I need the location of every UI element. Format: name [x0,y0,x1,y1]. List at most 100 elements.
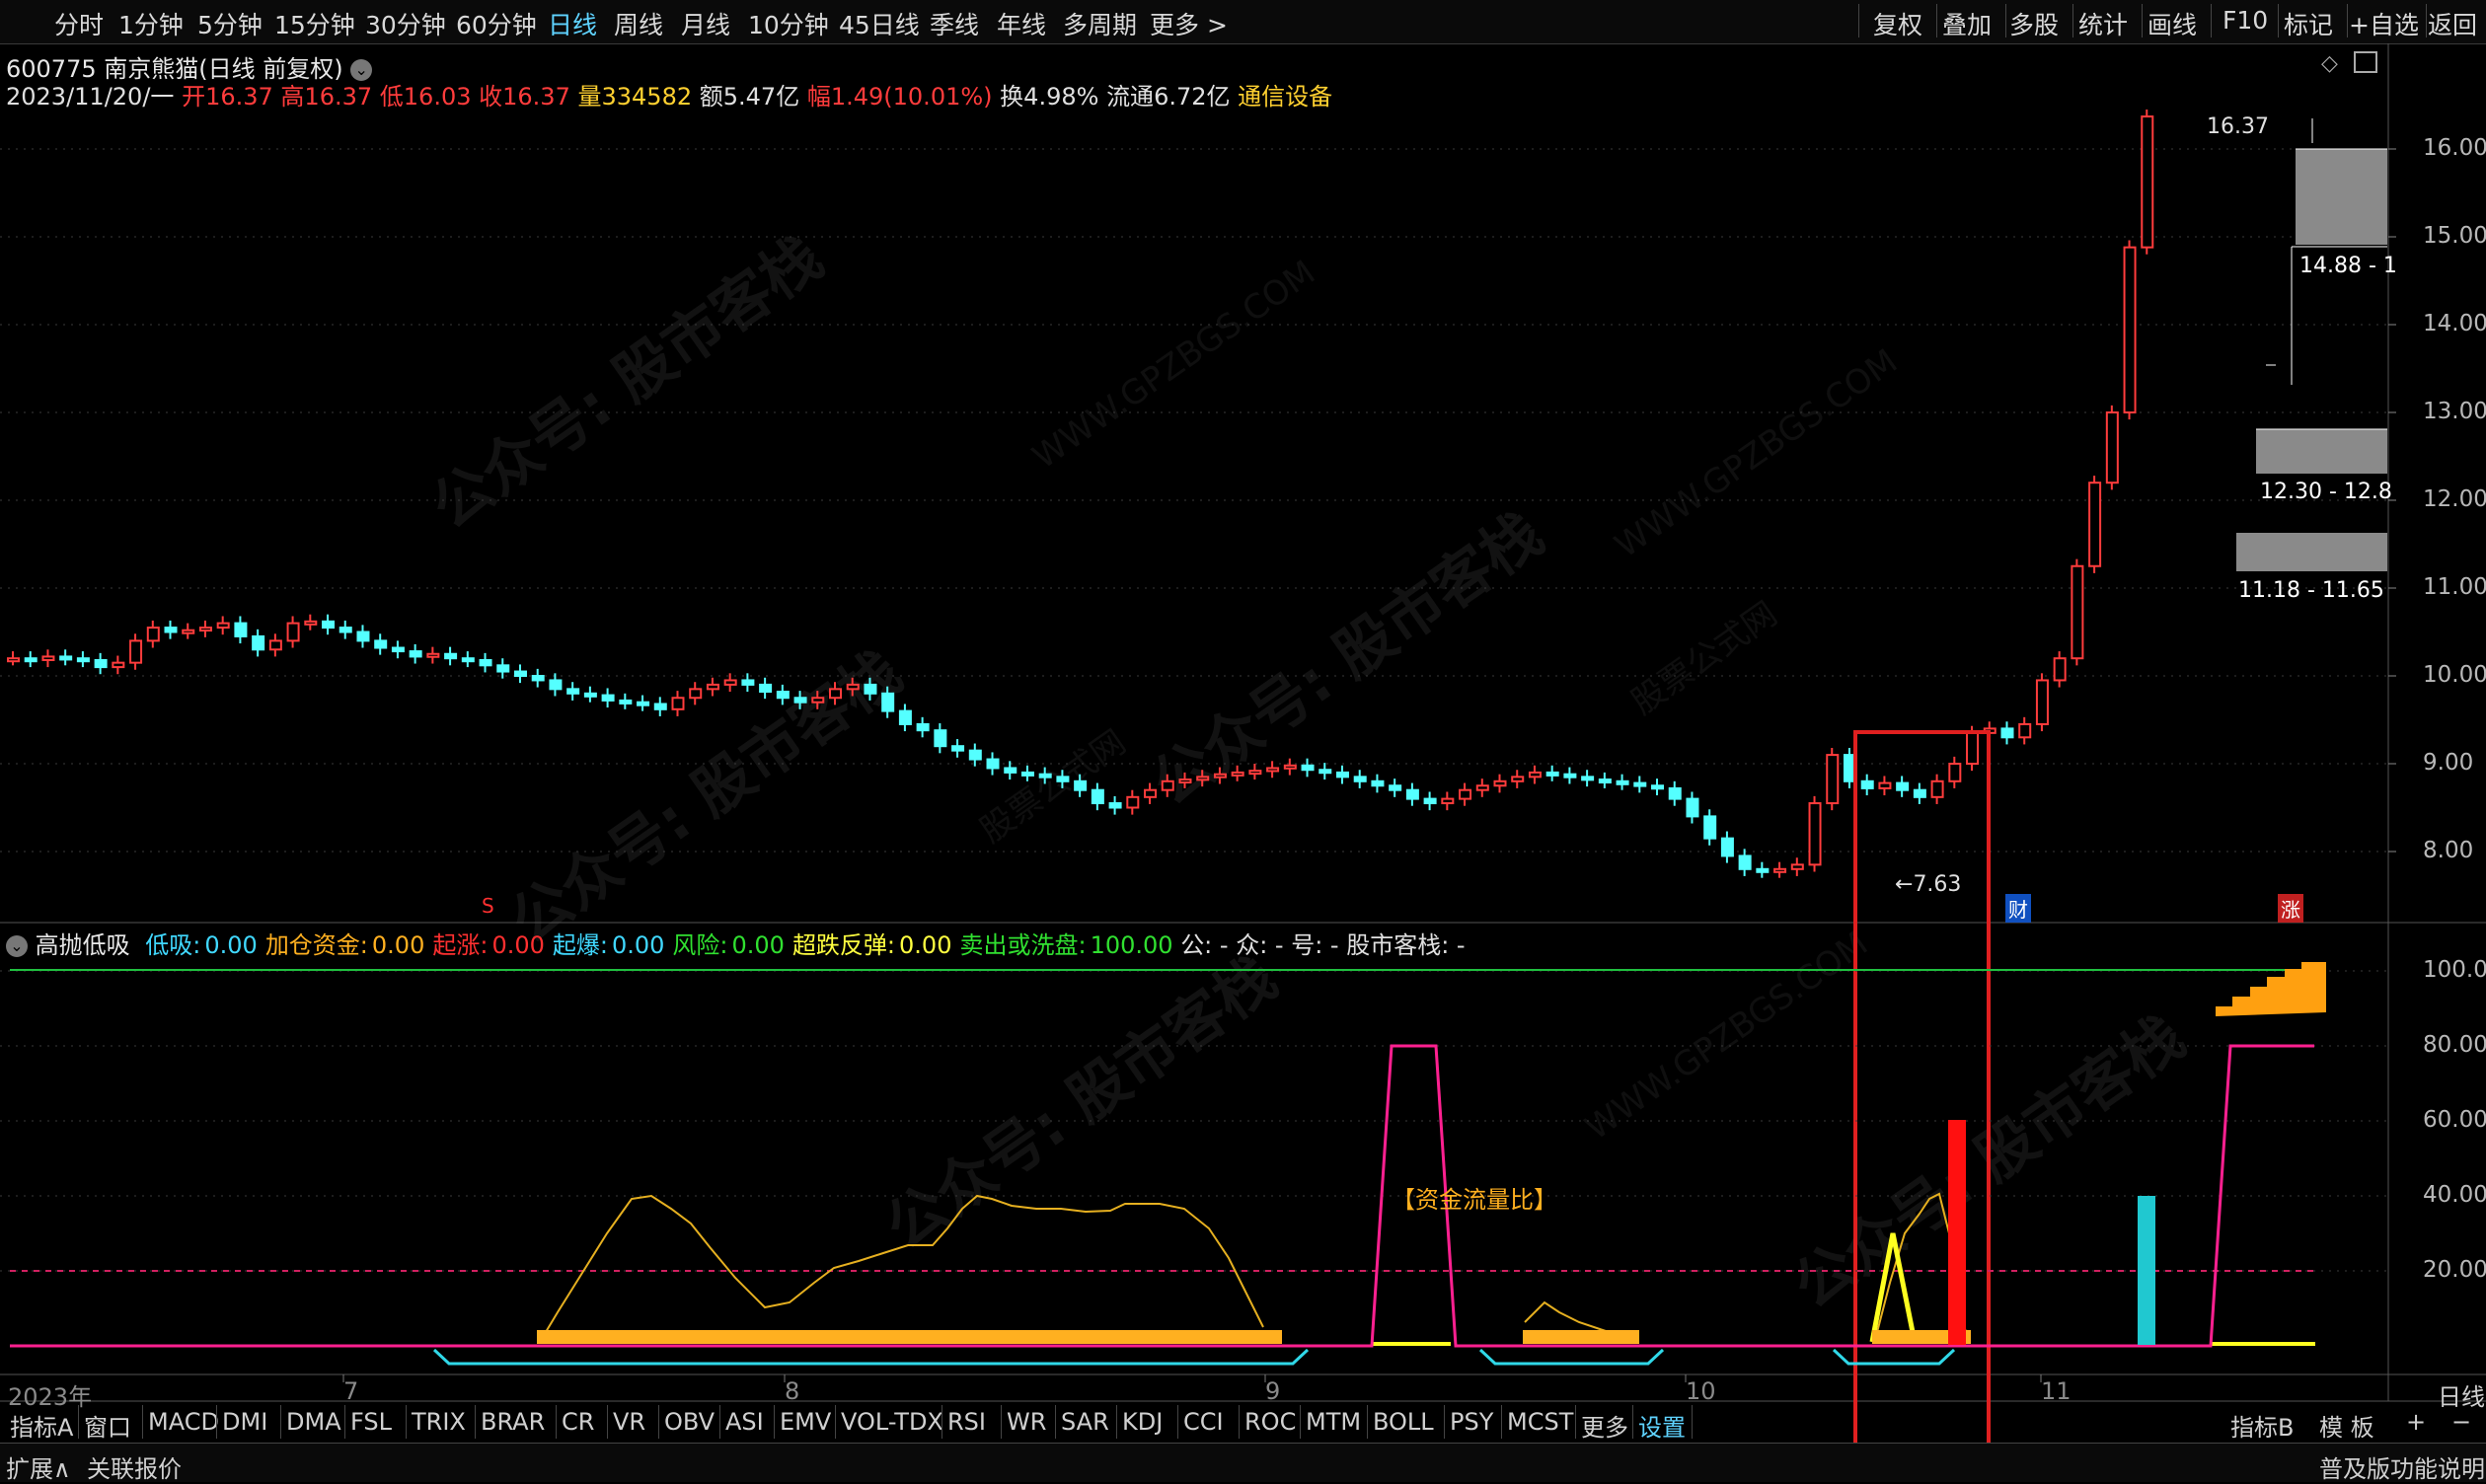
candle [164,620,178,639]
zone2-label: 12.30 - 12.8 [2260,480,2392,504]
candle [2088,476,2102,573]
indicator-tab[interactable]: WR [1007,1408,1046,1436]
indicator-item: 风险: 0.00 [672,931,785,959]
candle [1266,761,1280,779]
indicator-tab[interactable]: SAR [1061,1408,1109,1436]
zone1-label: 14.88 - 1 [2299,254,2397,278]
indicator-item: 起爆: 0.00 [552,931,665,959]
price-axis-label: 10.00 [2423,662,2486,688]
indicator-collapse-icon[interactable]: ⌄ [6,935,28,957]
indicator-tab[interactable]: 窗口 [84,1408,131,1443]
candle [2123,240,2137,420]
indicator-axis-label: 40.00 [2423,1182,2486,1208]
indicator-item: 加仓资金: 0.00 [264,931,425,959]
indicator-tab[interactable]: FSL [350,1408,392,1436]
candle [531,668,545,688]
orange-band-1 [537,1330,1282,1344]
candle [1651,779,1665,796]
zoom-in-button[interactable]: + [2406,1408,2426,1436]
candle [1493,774,1507,793]
candle [829,682,843,705]
indicator-tab[interactable]: VOL-TDX [841,1408,943,1436]
candle [793,691,807,709]
candle [1930,774,1944,804]
candle [1581,770,1595,787]
candle [864,677,877,701]
cyan-baseline [432,1348,1310,1366]
badge-s[interactable]: S [482,894,494,918]
zone3-label: 11.18 - 11.65 [2238,578,2384,603]
indicator-item: 起涨: 0.00 [432,931,545,959]
indicator-gridlines [0,970,2388,1272]
indicator-tab[interactable]: EMV [780,1408,831,1436]
indicator-tab[interactable]: ASI [725,1408,764,1436]
candle [1161,774,1174,797]
indicator-tab[interactable]: RSI [947,1408,986,1436]
candle [356,625,370,648]
indicator-tab[interactable]: MACD [148,1408,219,1436]
indicator-tab[interactable]: 指标A [10,1408,73,1443]
candle [566,682,580,701]
indicator-tab[interactable]: MCST [1507,1408,1573,1436]
candle [2035,673,2049,732]
indicator-b-button[interactable]: 指标B [2230,1408,2294,1443]
indicator-tab[interactable]: DMI [222,1408,267,1436]
candle [1756,861,1770,878]
candle [671,691,685,716]
indicator-tab[interactable]: VR [613,1408,645,1436]
date-axis-unit[interactable]: 日线 [2438,1377,2485,1412]
candle [129,633,143,670]
indicator-tab[interactable]: MTM [1306,1408,1361,1436]
indicator-tab[interactable]: 设置 [1638,1408,1686,1443]
indicator-tab[interactable]: KDJ [1122,1408,1163,1436]
candle [1301,758,1315,778]
template-button[interactable]: 模 板 [2319,1408,2374,1443]
candle [1545,765,1559,781]
candle [1808,795,1822,872]
candle [898,704,912,732]
indicator-tab[interactable]: BRAR [481,1408,545,1436]
candle [1703,809,1717,846]
candle [1389,779,1402,797]
candle [286,616,300,648]
badge-zhang[interactable]: 涨 [2278,894,2303,923]
indicator-tab[interactable]: ROC [1244,1408,1296,1436]
red-bar [1948,1120,1966,1345]
indicator-tab[interactable]: PSY [1450,1408,1493,1436]
expand-button[interactable]: 扩展∧ [6,1449,71,1484]
indicator-tab[interactable]: 更多 [1581,1408,1628,1443]
indicator-tab[interactable]: OBV [664,1408,715,1436]
zoom-out-button[interactable]: − [2451,1408,2471,1436]
candle [322,614,336,635]
indicator-tab[interactable]: CR [562,1408,594,1436]
badge-cai[interactable]: 财 [2005,894,2031,923]
candle [444,646,458,666]
candle [2053,651,2067,688]
indicator-tab[interactable]: TRIX [412,1408,466,1436]
candle [2071,558,2084,666]
related-quote-button[interactable]: 关联报价 [87,1449,182,1484]
candle [1004,761,1017,780]
candle [216,616,230,635]
candle [1896,776,1910,797]
candle [2105,405,2119,490]
high-mark-label: 16.37 [2207,114,2269,139]
indicator-tab[interactable]: BOLL [1373,1408,1434,1436]
indicator-item: 卖出或洗盘: 100.00 [959,931,1173,959]
indicator-tab[interactable]: DMA [286,1408,341,1436]
candle [479,652,492,673]
edition-info[interactable]: 普及版功能说明 [2319,1449,2485,1484]
candle [1738,849,1752,876]
indicator-item: 低吸: 0.00 [145,931,258,959]
candle [934,723,947,754]
chart-canvas[interactable] [0,0,2486,1481]
orange-band-2 [1523,1330,1639,1344]
indicator-series [10,962,2326,1366]
candle [1913,782,1926,804]
candle [182,623,195,639]
indicator-tab[interactable]: CCI [1183,1408,1224,1436]
candle [811,691,825,709]
candle [1213,767,1227,784]
candle [776,684,790,705]
candle [986,752,1000,776]
